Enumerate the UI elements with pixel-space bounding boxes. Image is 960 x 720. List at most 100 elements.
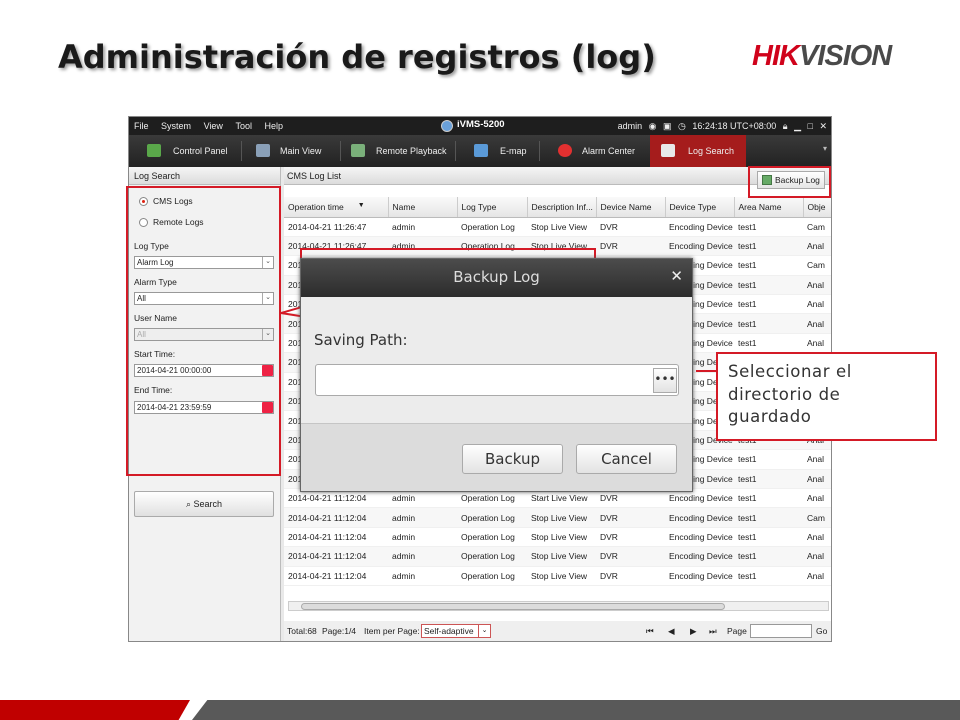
- app-logo-icon: [441, 120, 453, 132]
- column-header[interactable]: Operation time ▼: [284, 197, 389, 218]
- search-button[interactable]: ⌕ Search: [134, 491, 274, 517]
- pagination-bar: Total:68 Page:1/4 Item per Page: Self-ad…: [284, 621, 831, 641]
- close-icon[interactable]: ✕: [670, 265, 683, 287]
- table-row[interactable]: 2014-04-21 11:12:04 admin Operation Log Sto…: [284, 527, 831, 548]
- menu-help[interactable]: Help: [264, 117, 283, 135]
- table-cell: Operation Log: [457, 507, 527, 528]
- table-cell: Anal: [803, 546, 831, 567]
- table-cell: test1: [734, 255, 803, 276]
- prev-page-icon[interactable]: ◀: [668, 621, 675, 641]
- table-cell: DVR: [596, 507, 665, 528]
- table-cell: Anal: [803, 488, 831, 509]
- table-cell: Stop Live View: [527, 527, 596, 548]
- column-header[interactable]: Obje: [803, 197, 831, 218]
- table-cell: DVR: [596, 546, 665, 567]
- backup-log-dialog: Backup Log ✕ Saving Path: ••• Backup Can…: [300, 258, 693, 492]
- table-cell: test1: [734, 507, 803, 528]
- network-icon: ◉: [648, 121, 657, 131]
- tab-main-view[interactable]: Main View: [256, 135, 351, 167]
- table-cell: test1: [734, 236, 803, 257]
- table-cell: Anal: [803, 469, 831, 489]
- table-cell: Cam: [803, 217, 831, 237]
- system-time: 16:24:18 UTC+08:00: [692, 121, 777, 131]
- table-cell: 2014-04-21 11:12:04: [284, 527, 388, 548]
- dialog-footer: Backup Cancel: [301, 423, 692, 491]
- close-icon[interactable]: ✕: [819, 121, 827, 131]
- first-page-icon[interactable]: ⏮: [646, 621, 654, 641]
- table-cell: test1: [734, 294, 803, 315]
- table-cell: Stop Live View: [527, 217, 596, 237]
- tab-e-map[interactable]: E-map: [474, 135, 554, 167]
- menu-tool[interactable]: Tool: [235, 117, 252, 135]
- table-cell: test1: [734, 449, 803, 470]
- table-cell: DVR: [596, 527, 665, 548]
- column-header[interactable]: Name: [388, 197, 458, 218]
- menu-view[interactable]: View: [204, 117, 223, 135]
- sort-desc-icon[interactable]: ▼: [358, 202, 365, 209]
- playback-icon: [351, 144, 365, 157]
- tab-overflow-icon[interactable]: ▾: [823, 144, 827, 153]
- column-header[interactable]: Device Name: [596, 197, 666, 218]
- table-cell: DVR: [596, 217, 665, 237]
- column-header[interactable]: Log Type: [457, 197, 528, 218]
- table-cell: Anal: [803, 333, 831, 354]
- module-tab-bar: Control Panel Main View Remote Playback …: [129, 135, 831, 167]
- table-cell: test1: [734, 566, 803, 586]
- table-cell: Anal: [803, 236, 831, 257]
- saving-path-label: Saving Path:: [314, 331, 408, 349]
- lock-icon[interactable]: 🔒︎: [783, 121, 788, 131]
- table-cell: 2014-04-21 11:12:04: [284, 507, 388, 528]
- next-page-icon[interactable]: ▶: [690, 621, 697, 641]
- page-number-input[interactable]: [750, 624, 812, 638]
- alarm-icon: [558, 144, 572, 157]
- table-cell: Anal: [803, 527, 831, 548]
- dialog-title: Backup Log: [301, 259, 692, 297]
- table-cell: admin: [388, 217, 457, 237]
- table-cell: test1: [734, 313, 803, 334]
- per-page-select[interactable]: Self-adaptive ⌄: [421, 624, 491, 638]
- go-button[interactable]: Go: [816, 621, 827, 641]
- callout-pointer: [696, 370, 718, 372]
- menu-system[interactable]: System: [161, 117, 191, 135]
- table-cell: Anal: [803, 275, 831, 296]
- table-cell: Anal: [803, 566, 831, 586]
- maximize-icon[interactable]: □: [808, 121, 813, 131]
- table-cell: Anal: [803, 449, 831, 470]
- table-row[interactable]: 2014-04-21 11:26:47adminOperation LogSto…: [284, 217, 831, 237]
- log-icon: [661, 144, 675, 157]
- column-header[interactable]: Device Type: [665, 197, 735, 218]
- panel-title: Log Search: [129, 167, 280, 185]
- last-page-icon[interactable]: ⏭: [709, 621, 717, 641]
- table-cell: Encoding Device: [665, 566, 734, 586]
- table-cell: 2014-04-21 11:12:04: [284, 546, 388, 567]
- column-header[interactable]: Description Inf...: [527, 197, 597, 218]
- current-user[interactable]: admin: [618, 121, 643, 131]
- table-cell: Stop Live View: [527, 507, 596, 528]
- table-row[interactable]: 2014-04-21 11:12:04 admin Operation Log Sto…: [284, 546, 831, 567]
- minimize-icon[interactable]: ▁: [794, 121, 801, 131]
- tab-alarm-center[interactable]: Alarm Center: [558, 135, 650, 167]
- column-header[interactable]: Area Name: [734, 197, 804, 218]
- footer-bar: [192, 700, 960, 720]
- search-criteria-highlight: [126, 186, 281, 476]
- backup-button[interactable]: Backup: [462, 444, 563, 474]
- table-cell: test1: [734, 546, 803, 567]
- table-cell: admin: [388, 507, 457, 528]
- table-cell: Anal: [803, 313, 831, 334]
- horizontal-scrollbar[interactable]: [288, 601, 829, 611]
- tab-remote-playback[interactable]: Remote Playback: [351, 135, 461, 167]
- table-cell: Encoding Device: [665, 507, 734, 528]
- saving-path-input[interactable]: [315, 364, 679, 396]
- scrollbar-thumb[interactable]: [301, 603, 725, 610]
- table-row[interactable]: 2014-04-21 11:12:04 admin Operation Log Sto…: [284, 507, 831, 528]
- table-cell: Encoding Device: [665, 527, 734, 548]
- tab-control-panel[interactable]: Control Panel: [147, 135, 247, 167]
- per-page-label: Item per Page:: [364, 626, 420, 636]
- cancel-button[interactable]: Cancel: [576, 444, 677, 474]
- browse-button[interactable]: •••: [653, 368, 677, 393]
- menu-file[interactable]: File: [134, 117, 149, 135]
- table-cell: Stop Live View: [527, 566, 596, 586]
- table-cell: Encoding Device: [665, 236, 734, 257]
- table-row[interactable]: 2014-04-21 11:12:04 admin Operation Log Sto…: [284, 566, 831, 586]
- tab-log-search[interactable]: Log Search: [650, 135, 746, 167]
